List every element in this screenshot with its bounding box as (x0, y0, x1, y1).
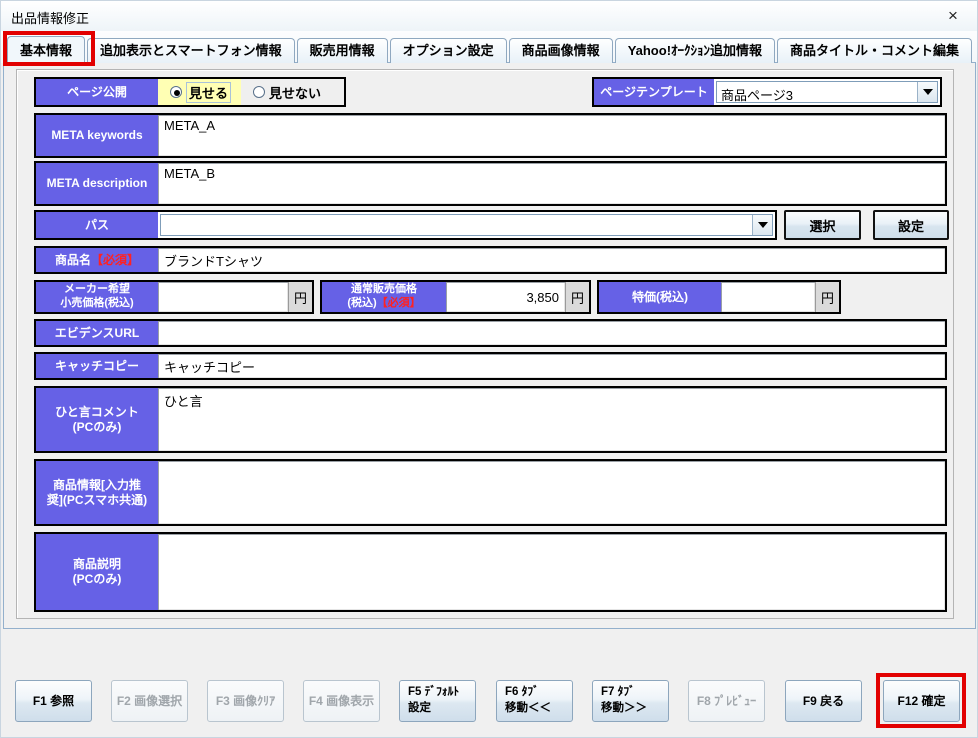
page-publish-label: ページ公開 (36, 79, 158, 105)
catch-copy-field-frame (158, 354, 945, 378)
tab-additional-smartphone-info[interactable]: 追加表示とスマートフォン情報 (87, 38, 295, 63)
path-row: パス (34, 210, 777, 240)
radio-option-show[interactable]: 見せる (158, 79, 241, 105)
title-bar: 出品情報修正 × (1, 1, 977, 31)
product-name-input[interactable] (159, 249, 944, 271)
tab-bar: 基本情報 追加表示とスマートフォン情報 販売用情報 オプション設定 商品画像情報… (7, 36, 972, 63)
path-set-button[interactable]: 設定 (873, 210, 949, 240)
chevron-down-icon[interactable] (917, 82, 937, 102)
tab-yahoo-auction-info[interactable]: Yahoo!ｵｰｸｼｮﾝ追加情報 (615, 38, 775, 63)
product-info-row: 商品情報[入力推奨](PCスマホ共通) (34, 459, 947, 526)
path-label: パス (36, 212, 158, 238)
product-name-field-frame (158, 248, 945, 272)
window-title: 出品情報修正 (11, 8, 89, 27)
special-price-group: 特価(税込) 円 (597, 280, 841, 314)
radio-show-label: 見せる (186, 82, 231, 103)
normal-price-group: 通常販売価格 (税込)【必須】 円 (320, 280, 591, 314)
f3-image-clear-button[interactable]: F3 画像ｸﾘｱ (207, 680, 284, 722)
chevron-down-icon[interactable] (752, 215, 772, 235)
f8-preview-button[interactable]: F8 ﾌﾟﾚﾋﾞｭｰ (688, 680, 765, 722)
f5-default-settings-button[interactable]: F5 ﾃﾞﾌｫﾙﾄ 設定 (399, 680, 476, 722)
product-name-row: 商品名【必須】 (34, 246, 947, 274)
f12-confirm-button[interactable]: F12 確定 (883, 680, 960, 722)
special-price-label: 特価(税込) (599, 282, 721, 312)
product-description-label: 商品説明(PCのみ) (36, 534, 158, 610)
radio-selected-icon[interactable] (170, 86, 182, 98)
msrp-label: メーカー希望小売価格(税込) (36, 282, 158, 312)
evidence-url-label: エビデンスURL (36, 321, 158, 345)
one-word-comment-label: ひと言コメント(PCのみ) (36, 388, 158, 451)
msrp-field-frame (158, 282, 288, 312)
product-info-field-frame (158, 461, 945, 524)
meta-keywords-field-frame: META_A (158, 115, 945, 156)
page-template-row: ページテンプレート 商品ページ3 (592, 77, 942, 107)
normal-price-unit-yen: 円 (565, 282, 589, 312)
product-info-input[interactable] (159, 462, 944, 523)
page-template-value: 商品ページ3 (717, 82, 917, 102)
catch-copy-label: キャッチコピー (36, 354, 158, 378)
special-price-field-frame (721, 282, 815, 312)
one-word-comment-input[interactable]: ひと言 (159, 389, 944, 450)
meta-keywords-input[interactable]: META_A (159, 116, 944, 155)
tab-basic-info[interactable]: 基本情報 (7, 36, 85, 63)
evidence-url-input[interactable] (159, 322, 944, 344)
normal-price-field-frame (446, 282, 565, 312)
page-publish-row: ページ公開 見せる 見せない (34, 77, 346, 107)
one-word-comment-field-frame: ひと言 (158, 388, 945, 451)
evidence-url-row: エビデンスURL (34, 319, 947, 347)
radio-hide-label: 見せない (269, 83, 321, 102)
tab-page-basic-info: ページ公開 見せる 見せない ページテンプレート 商品ページ3 M (3, 62, 976, 629)
required-badge: 【必須】 (377, 297, 421, 309)
meta-description-input[interactable]: META_B (159, 164, 944, 203)
path-value (161, 215, 752, 235)
close-icon[interactable]: × (941, 5, 965, 27)
normal-price-label: 通常販売価格 (税込)【必須】 (322, 282, 446, 312)
f6-tab-move-prev-button[interactable]: F6 ﾀﾌﾞ 移動＜＜ (496, 680, 573, 722)
product-description-input[interactable] (159, 535, 944, 609)
radio-unselected-icon[interactable] (253, 86, 265, 98)
f9-back-button[interactable]: F9 戻る (785, 680, 862, 722)
evidence-url-field-frame (158, 321, 945, 345)
f7-tab-move-next-button[interactable]: F7 ﾀﾌﾞ 移動＞＞ (592, 680, 669, 722)
special-price-unit-yen: 円 (815, 282, 839, 312)
meta-description-field-frame: META_B (158, 163, 945, 204)
required-badge: 【必須】 (91, 253, 139, 267)
tab-product-image-info[interactable]: 商品画像情報 (509, 38, 613, 63)
normal-price-input[interactable] (447, 283, 564, 311)
meta-description-row: META description META_B (34, 161, 947, 206)
page-template-label: ページテンプレート (594, 79, 714, 105)
meta-description-label: META description (36, 163, 158, 204)
msrp-group: メーカー希望小売価格(税込) 円 (34, 280, 314, 314)
f1-browse-button[interactable]: F1 参照 (15, 680, 92, 722)
product-name-label: 商品名【必須】 (36, 248, 158, 272)
msrp-input[interactable] (159, 283, 287, 311)
one-word-comment-row: ひと言コメント(PCのみ) ひと言 (34, 386, 947, 453)
meta-keywords-label: META keywords (36, 115, 158, 156)
page-publish-options: 見せる 見せない (158, 79, 344, 105)
page-template-combobox[interactable]: 商品ページ3 (716, 81, 938, 103)
tab-sales-info[interactable]: 販売用情報 (297, 38, 388, 63)
path-combobox[interactable] (160, 214, 773, 236)
f2-image-select-button[interactable]: F2 画像選択 (111, 680, 188, 722)
listing-edit-window: 出品情報修正 × 基本情報 追加表示とスマートフォン情報 販売用情報 オプション… (0, 0, 978, 738)
special-price-input[interactable] (722, 283, 814, 311)
product-info-label: 商品情報[入力推奨](PCスマホ共通) (36, 461, 158, 524)
tab-option-settings[interactable]: オプション設定 (390, 38, 507, 63)
catch-copy-row: キャッチコピー (34, 352, 947, 380)
product-description-field-frame (158, 534, 945, 610)
meta-keywords-row: META keywords META_A (34, 113, 947, 158)
f4-image-show-button[interactable]: F4 画像表示 (303, 680, 380, 722)
radio-option-hide[interactable]: 見せない (241, 79, 331, 105)
product-description-row: 商品説明(PCのみ) (34, 532, 947, 612)
msrp-unit-yen: 円 (288, 282, 312, 312)
catch-copy-input[interactable] (159, 355, 944, 377)
tab-title-comment-edit[interactable]: 商品タイトル・コメント編集 (777, 38, 972, 63)
path-select-button[interactable]: 選択 (784, 210, 861, 240)
